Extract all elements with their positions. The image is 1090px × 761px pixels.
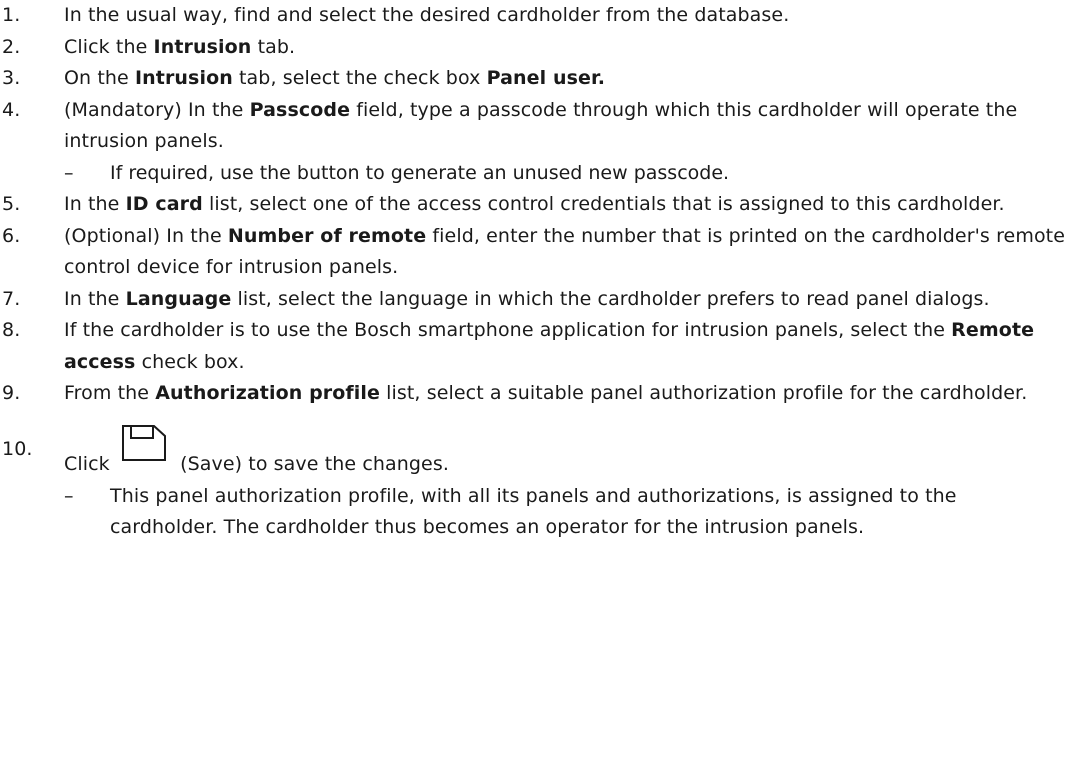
substep-text: If required, use the button to generate … — [110, 161, 730, 184]
ui-term: Panel user. — [486, 67, 606, 89]
step-text: list, select one of the access control c… — [202, 193, 1005, 215]
ui-term: Authorization profile — [155, 382, 380, 404]
step-text: (Mandatory) In the — [64, 98, 250, 121]
step-text: (Optional) In the — [64, 224, 228, 247]
dash-bullet: – — [64, 484, 74, 507]
step-text: In the — [64, 193, 126, 215]
step-text-click: Click — [64, 453, 110, 475]
ui-term: Number of remote — [227, 224, 427, 247]
step-3: 3. On the Intrusion tab, select the check… — [0, 63, 1090, 95]
step-text: In the — [64, 287, 126, 310]
step-5: 5. In the ID card list, select one of the… — [0, 189, 1090, 221]
step-number: 1. — [2, 4, 21, 26]
step-number: 8. — [2, 319, 21, 341]
step-number: 5. — [2, 193, 21, 215]
step-number: 9. — [2, 382, 21, 404]
step-text: check box. — [135, 350, 245, 373]
dash-bullet: – — [64, 161, 74, 184]
ui-term: Intrusion — [134, 67, 233, 89]
step-text: Click the — [64, 35, 154, 58]
step-number: 3. — [2, 67, 21, 89]
step-number: 6. — [2, 224, 21, 247]
step-text: If the cardholder is to use the Bosch sm… — [64, 319, 952, 341]
step-10-result: – This panel authorization profile, with… — [0, 481, 1086, 544]
procedure-list: 1. In the usual way, find and select the … — [0, 0, 1090, 410]
result-text: This panel authorization profile, with a… — [110, 484, 957, 539]
step-1: 1. In the usual way, find and select the … — [0, 0, 1090, 32]
step-text-save: (Save) to save the changes. — [180, 453, 449, 475]
save-icon — [120, 424, 168, 462]
step-10: 10. Click (Save) to save the changes. – … — [0, 425, 1090, 544]
step-number: 4. — [2, 98, 21, 121]
step-8: 8. If the cardholder is to use the Bosch … — [0, 315, 1090, 378]
step-text: list, select a suitable panel authorizat… — [379, 382, 1028, 404]
step-text: list, select the language in which the c… — [231, 287, 990, 310]
step-2: 2. Click the Intrusion tab. — [0, 32, 1090, 64]
step-7: 7. In the Language list, select the langu… — [0, 284, 1090, 316]
step-4-substep: – If required, use the button to generate… — [0, 158, 1090, 190]
step-number: 2. — [2, 35, 21, 58]
step-text: In the usual way, find and select the de… — [64, 4, 790, 26]
step-text: From the — [64, 382, 156, 404]
step-number: 10. — [2, 438, 33, 460]
step-9: 9. From the Authorization profile list, s… — [0, 378, 1090, 410]
ui-term: Language — [125, 287, 232, 310]
step-6: 6. (Optional) In the Number of remote fie… — [0, 221, 1090, 284]
ui-term: ID card — [125, 193, 203, 215]
step-number: 7. — [2, 287, 21, 310]
step-text: On the — [64, 67, 135, 89]
ui-term: Passcode — [249, 98, 351, 121]
step-text: tab, select the check box — [232, 67, 487, 89]
step-4: 4. (Mandatory) In the Passcode field, typ… — [0, 95, 1090, 158]
step-text: tab. — [251, 35, 296, 58]
ui-term: Intrusion — [153, 35, 252, 58]
